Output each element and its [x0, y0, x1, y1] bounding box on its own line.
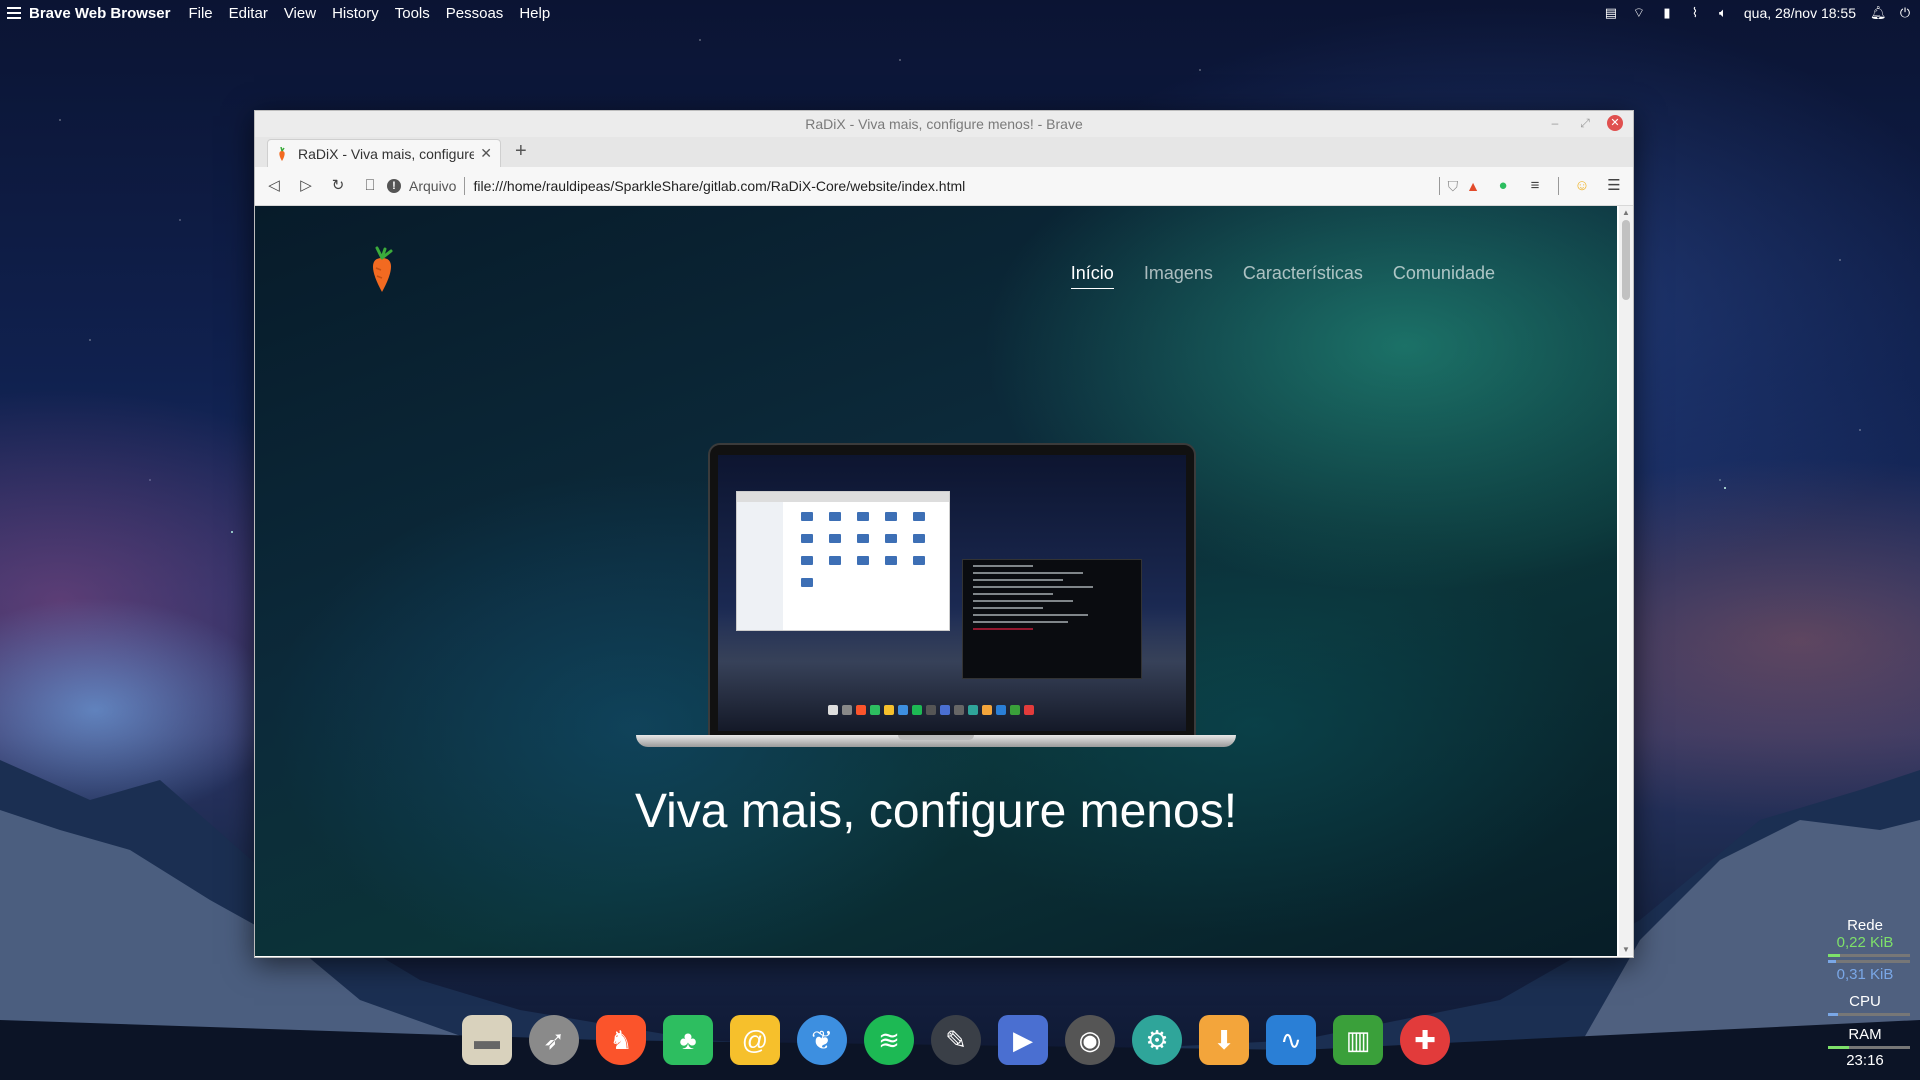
power-icon[interactable]: ⏻	[1898, 6, 1912, 19]
carrot-favicon-icon	[279, 146, 285, 161]
url-text[interactable]: file:///home/rauldipeas/SparkleShare/git…	[473, 178, 1430, 194]
brave-icon[interactable]: ♞	[596, 1015, 646, 1065]
window-titlebar[interactable]: RaDiX - Viva mais, configure menos! - Br…	[255, 111, 1633, 137]
nav-imagens[interactable]: Imagens	[1144, 263, 1213, 289]
bookmark-icon[interactable]: ⎕	[361, 177, 379, 195]
brave-rewards-icon[interactable]: ▲	[1466, 178, 1480, 194]
radix-carrot-logo[interactable]	[367, 246, 397, 292]
download-icon[interactable]: ⬇	[1199, 1015, 1249, 1065]
clipboard-icon[interactable]: ▤	[1604, 6, 1618, 19]
tab-close-icon[interactable]: ✕	[480, 145, 492, 162]
top-panel: Brave Web Browser File Editar View Histo…	[0, 0, 1920, 26]
tab-strip: RaDiX - Viva mais, configure menos! ✕ +	[255, 137, 1633, 167]
menu-file[interactable]: File	[188, 5, 212, 22]
settings-app-icon[interactable]: ⚙	[1132, 1015, 1182, 1065]
window-title: RaDiX - Viva mais, configure menos! - Br…	[805, 116, 1083, 132]
net-label: Rede	[1847, 917, 1883, 934]
menu-history[interactable]: History	[332, 5, 379, 22]
uptime-value: 23:16	[1846, 1052, 1884, 1069]
menu-editar[interactable]: Editar	[229, 5, 268, 22]
menu-pessoas[interactable]: Pessoas	[446, 5, 504, 22]
mail-icon[interactable]: @	[730, 1015, 780, 1065]
battery-icon[interactable]: ▮	[1660, 6, 1674, 19]
notification-bell-icon[interactable]: 🔔︎	[1870, 6, 1887, 19]
forward-icon[interactable]: ▷	[297, 177, 315, 195]
cpu-meter	[1828, 1013, 1910, 1016]
url-separator	[464, 177, 466, 195]
clock[interactable]: qua, 28/nov 18:55	[1744, 5, 1856, 21]
nav-caracteristicas[interactable]: Características	[1243, 263, 1363, 289]
net-meter	[1828, 954, 1910, 957]
active-app-name: Brave Web Browser	[29, 4, 171, 22]
url-scheme-label: Arquivo	[409, 178, 457, 194]
nav-inicio[interactable]: Início	[1070, 263, 1114, 289]
back-icon[interactable]: ◁	[265, 177, 283, 195]
evernote-extension-icon[interactable]: ●	[1494, 177, 1512, 195]
web-page: Início Imagens Características Comunidad…	[255, 206, 1617, 956]
files-icon[interactable]: ▬	[462, 1015, 512, 1065]
ram-label: RAM	[1848, 1026, 1882, 1043]
codeblocks-icon[interactable]: ✎	[931, 1015, 981, 1065]
net-down-value: 0,22 KiB	[1836, 934, 1894, 951]
scroll-up-icon[interactable]: ▲	[1622, 208, 1630, 217]
system-monitor-widget: Rede 0,22 KiB 0,31 KiB CPU RAM 23:16	[1810, 917, 1920, 1069]
trash-icon[interactable]: ▥	[1333, 1015, 1383, 1065]
site-info-icon[interactable]: !	[387, 179, 401, 193]
maximize-icon[interactable]: ⤢	[1577, 115, 1593, 131]
close-window-icon[interactable]: ✕	[1607, 115, 1623, 131]
wifi-icon[interactable]: ⌔	[1632, 6, 1646, 19]
spotify-icon[interactable]: ≋	[864, 1015, 914, 1065]
help-lifebuoy-icon[interactable]: ✚	[1400, 1015, 1450, 1065]
shield-separator	[1438, 177, 1440, 195]
tab-active[interactable]: RaDiX - Viva mais, configure menos! ✕	[267, 139, 501, 167]
page-headline: Viva mais, configure menos!	[634, 785, 1238, 838]
net-meter-up	[1828, 960, 1910, 963]
menu-view[interactable]: View	[284, 5, 316, 22]
minimize-icon[interactable]: –	[1547, 115, 1563, 131]
browser-window: RaDiX - Viva mais, configure menos! - Br…	[254, 110, 1634, 958]
new-tab-button[interactable]: +	[515, 140, 527, 163]
launcher-rocket-icon[interactable]: ➶	[529, 1015, 579, 1065]
net-up-value: 0,31 KiB	[1836, 966, 1894, 983]
browser-menu-icon[interactable]: ☰	[1605, 177, 1623, 195]
reader-mode-icon[interactable]: ≡	[1526, 177, 1544, 195]
app-menu-icon[interactable]	[7, 7, 21, 19]
toolbar-separator	[1558, 177, 1559, 195]
emoji-extension-icon[interactable]: ☺	[1573, 177, 1591, 195]
bird-app-icon[interactable]: ❦	[797, 1015, 847, 1065]
evernote-icon[interactable]: ♣	[663, 1015, 713, 1065]
dock: ▬ ➶ ♞ ♣ @ ❦ ≋ ✎ ▶ ◉ ⚙ ⬇ ∿ ▥ ✚	[462, 1015, 1450, 1065]
tab-title: RaDiX - Viva mais, configure menos!	[298, 145, 475, 162]
address-bar[interactable]: ⎕ ! Arquivo file:///home/rauldipeas/Spar…	[361, 172, 1480, 200]
page-scrollbar[interactable]: ▲ ▼	[1619, 206, 1633, 956]
monitor-wave-icon[interactable]: ∿	[1266, 1015, 1316, 1065]
system-tray: ▤ ⌔ ▮ ⌇ 🔈︎ qua, 28/nov 18:55 🔔︎ ⏻	[1604, 0, 1912, 26]
site-nav: Início Imagens Características Comunidad…	[1070, 263, 1495, 289]
menu-tools[interactable]: Tools	[395, 5, 430, 22]
scrollbar-thumb[interactable]	[1622, 220, 1630, 300]
presentation-icon[interactable]: ▶	[998, 1015, 1048, 1065]
cpu-label: CPU	[1849, 993, 1881, 1010]
nav-comunidade[interactable]: Comunidade	[1393, 263, 1495, 289]
brave-shields-icon[interactable]: ⛉	[1448, 178, 1459, 195]
laptop-screenshot-image	[636, 443, 1236, 753]
menu-help[interactable]: Help	[519, 5, 550, 22]
owl-app-icon[interactable]: ◉	[1065, 1015, 1115, 1065]
ram-meter	[1828, 1046, 1910, 1049]
volume-icon[interactable]: 🔈︎	[1716, 6, 1730, 19]
paperclip-icon[interactable]: ⌇	[1688, 6, 1702, 19]
scroll-down-icon[interactable]: ▼	[1622, 945, 1630, 954]
reload-icon[interactable]: ↻	[329, 177, 347, 195]
browser-toolbar: ◁ ▷ ↻ ⎕ ! Arquivo file:///home/rauldipea…	[255, 167, 1633, 206]
